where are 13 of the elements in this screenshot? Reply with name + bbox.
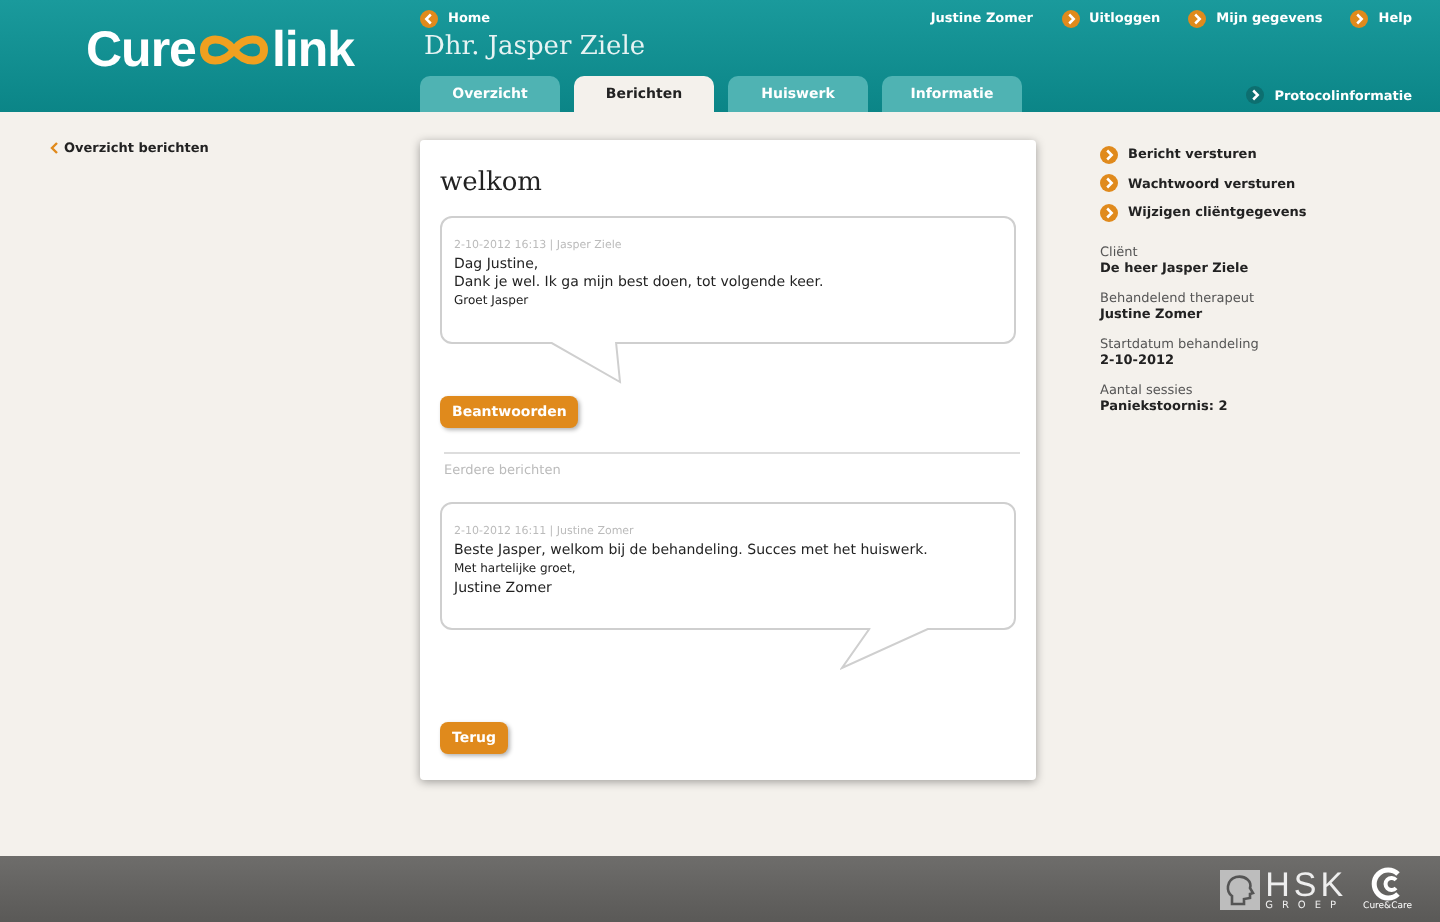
arrow-icon	[1100, 203, 1118, 221]
patient-title: Dhr. Jasper Ziele	[424, 32, 648, 66]
arrow-icon	[1188, 9, 1207, 27]
back-arrow-icon	[420, 9, 438, 27]
arrow-icon	[1061, 9, 1080, 27]
card-title: welkom	[440, 168, 545, 198]
head-icon	[1219, 869, 1260, 909]
logo: Cure link	[86, 21, 355, 79]
arrow-icon	[1350, 9, 1369, 27]
chevron-left-icon	[50, 142, 58, 154]
arrow-icon	[1100, 145, 1118, 163]
arrow-icon	[1246, 86, 1265, 104]
arrow-icon	[1100, 174, 1118, 192]
